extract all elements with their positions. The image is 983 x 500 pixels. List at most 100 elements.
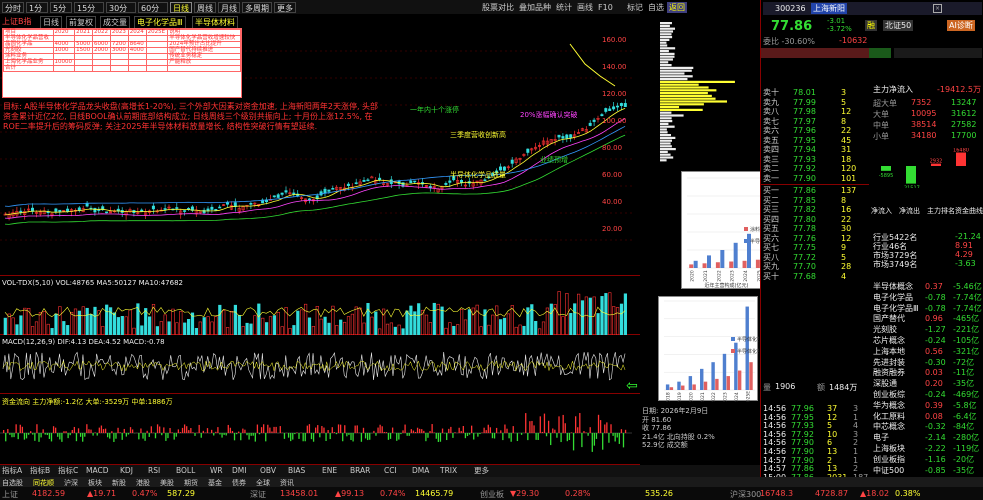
tab-4[interactable]: 30分	[106, 2, 136, 13]
sector-row[interactable]: 国产替代 0.96 -465亿	[871, 314, 983, 323]
bar-半导体化学品营收(亿元)-2022	[711, 362, 715, 390]
flow-bar	[604, 424, 606, 433]
sector-row[interactable]: 化工原料 0.08 -6.4亿	[871, 412, 983, 421]
index-button[interactable]: 北证50	[883, 20, 914, 31]
rank-tab-2[interactable]: 主力排名	[927, 206, 955, 216]
tab-9[interactable]: 多周期	[242, 2, 272, 13]
bar-半导体-2020	[693, 260, 698, 268]
volume-bar	[459, 309, 464, 335]
volume-bar	[362, 322, 366, 335]
indicator-tab-4[interactable]: KDJ	[120, 466, 133, 475]
sector-row[interactable]: 中证500 -0.85 -35亿	[871, 466, 983, 475]
sector-row[interactable]: 光刻胶 -1.27 -221亿	[871, 325, 983, 334]
indicator-tab-3[interactable]: MACD	[86, 466, 108, 475]
indicator-tab-1[interactable]: 指标B	[30, 466, 50, 475]
bids-row[interactable]: 买十 77.68 4	[761, 272, 969, 281]
order-volume: 5	[841, 97, 847, 107]
flow-bar	[512, 426, 514, 433]
chart-tool-4[interactable]: F10	[596, 2, 624, 13]
flow-bar	[556, 433, 558, 438]
tab-8[interactable]: 月线	[218, 2, 240, 13]
indicator-tab-10[interactable]: BIAS	[288, 466, 305, 475]
sector-row[interactable]: 华为概念 0.39 -5.8亿	[871, 401, 983, 410]
indicator-tab-11[interactable]: ENE	[322, 466, 337, 475]
tab-3[interactable]: 15分	[74, 2, 104, 13]
sector-row[interactable]: 芯片概念 -0.24 -105亿	[871, 336, 983, 345]
indicator-tab-7[interactable]: WR	[210, 466, 223, 475]
flow-bar	[240, 433, 242, 441]
sector-row[interactable]: 电子 -2.14 -280亿	[871, 433, 983, 442]
tab-2[interactable]: 5分	[50, 2, 72, 13]
fund-flow-chart[interactable]	[0, 395, 640, 465]
indicator-tab-9[interactable]: OBV	[260, 466, 276, 475]
flow-bar	[427, 433, 429, 438]
sector-row[interactable]: 深股通 0.20 -35亿	[871, 379, 983, 388]
flow-bar	[439, 433, 442, 442]
volume-bar	[378, 328, 382, 335]
order-label: 卖八	[763, 107, 779, 116]
indicator-tab-16[interactable]: 更多	[474, 466, 489, 475]
volume-bar	[187, 319, 191, 335]
flow-bar	[287, 433, 290, 438]
sector-row[interactable]: 先进封装 -0.30 -72亿	[871, 358, 983, 367]
tab-0[interactable]: 分时	[2, 2, 24, 13]
indicator-tab-5[interactable]: RSI	[148, 466, 160, 475]
tab-7[interactable]: 周线	[194, 2, 216, 13]
chart-tool-3[interactable]: 画线	[575, 2, 595, 13]
sector-row[interactable]: 中芯概念 -0.32 -84亿	[871, 422, 983, 431]
indicator-tab-0[interactable]: 指标A	[2, 466, 22, 475]
volume-bar	[381, 308, 386, 335]
indicator-tab-15[interactable]: TRIX	[440, 466, 457, 475]
indicator-tab-8[interactable]: DMI	[232, 466, 246, 475]
sector-change: -1.16	[925, 454, 946, 464]
flow-bar	[165, 433, 167, 441]
volume-chart[interactable]	[0, 277, 640, 335]
rank-tab-1[interactable]: 净流出	[899, 206, 920, 216]
stock-name[interactable]: 上海新阳	[811, 3, 847, 14]
macd-chart[interactable]	[0, 336, 640, 394]
volume-bar	[409, 305, 413, 335]
ai-diagnose-button[interactable]: AI诊断	[947, 20, 975, 31]
stock-pct: -3.72%	[827, 25, 852, 33]
chart-tool-0[interactable]: 股票对比	[480, 2, 516, 13]
arrow-left-icon[interactable]: ⇦	[626, 378, 638, 394]
tab-1[interactable]: 1分	[26, 2, 48, 13]
volume-bar	[323, 316, 327, 335]
chart-tool-2[interactable]: 统计	[554, 2, 574, 13]
chart-tool-5[interactable]: 标记	[625, 2, 645, 13]
sector-row[interactable]: 上海板块 -2.22 -119亿	[871, 444, 983, 453]
chart-tool-1[interactable]: 叠加品种	[517, 2, 553, 13]
order-volume: 18	[841, 154, 852, 164]
rank-tab-0[interactable]: 净流入	[871, 206, 892, 216]
flow-bar	[86, 424, 88, 433]
bar-半导体化学品产能(万吨)-2025E	[749, 362, 753, 390]
flow-bar	[464, 433, 467, 439]
sector-change: -0.24	[925, 336, 946, 345]
indicator-tab-6[interactable]: BOLL	[176, 466, 195, 475]
sector-row[interactable]: 融资融券 0.03 -11亿	[871, 368, 983, 377]
indicator-tab-14[interactable]: DMA	[412, 466, 429, 475]
rank-tab-3[interactable]: 资金曲线	[955, 206, 983, 216]
tab-6[interactable]: 日线	[170, 2, 192, 13]
sector-change: -0.30	[925, 357, 946, 367]
sector-row[interactable]: 电子化学品 -0.78 -7.74亿	[871, 293, 983, 302]
sector-row[interactable]: 创业板综 -0.24 -469亿	[871, 390, 983, 399]
sector-row[interactable]: 半导体概念 0.37 -5.46亿	[871, 282, 983, 291]
close-icon[interactable]: ×	[933, 4, 942, 13]
chart-tool-7[interactable]: 返回	[667, 2, 687, 13]
bids-row[interactable]: 买二 77.85 8	[761, 196, 969, 205]
flow-bar	[213, 433, 215, 436]
profile-bar	[660, 125, 675, 128]
flow-bar	[527, 433, 529, 441]
tab-10[interactable]: 更多	[274, 2, 296, 13]
indicator-tab-2[interactable]: 指标C	[58, 466, 78, 475]
sector-row[interactable]: 创业板指 -1.16 -20亿	[871, 455, 983, 464]
indicator-tab-12[interactable]: BRAR	[350, 466, 370, 475]
indicator-tab-13[interactable]: CCI	[384, 466, 397, 475]
chart-tool-6[interactable]: 自选	[646, 2, 666, 13]
sector-row[interactable]: 上海本地 0.56 -321亿	[871, 347, 983, 356]
table-header-cell: 2022	[91, 29, 111, 36]
index-change: 0.28%	[565, 489, 591, 498]
tab-5[interactable]: 60分	[138, 2, 168, 13]
sector-row[interactable]: 电子化学品Ⅲ -0.78 -7.74亿	[871, 304, 983, 313]
